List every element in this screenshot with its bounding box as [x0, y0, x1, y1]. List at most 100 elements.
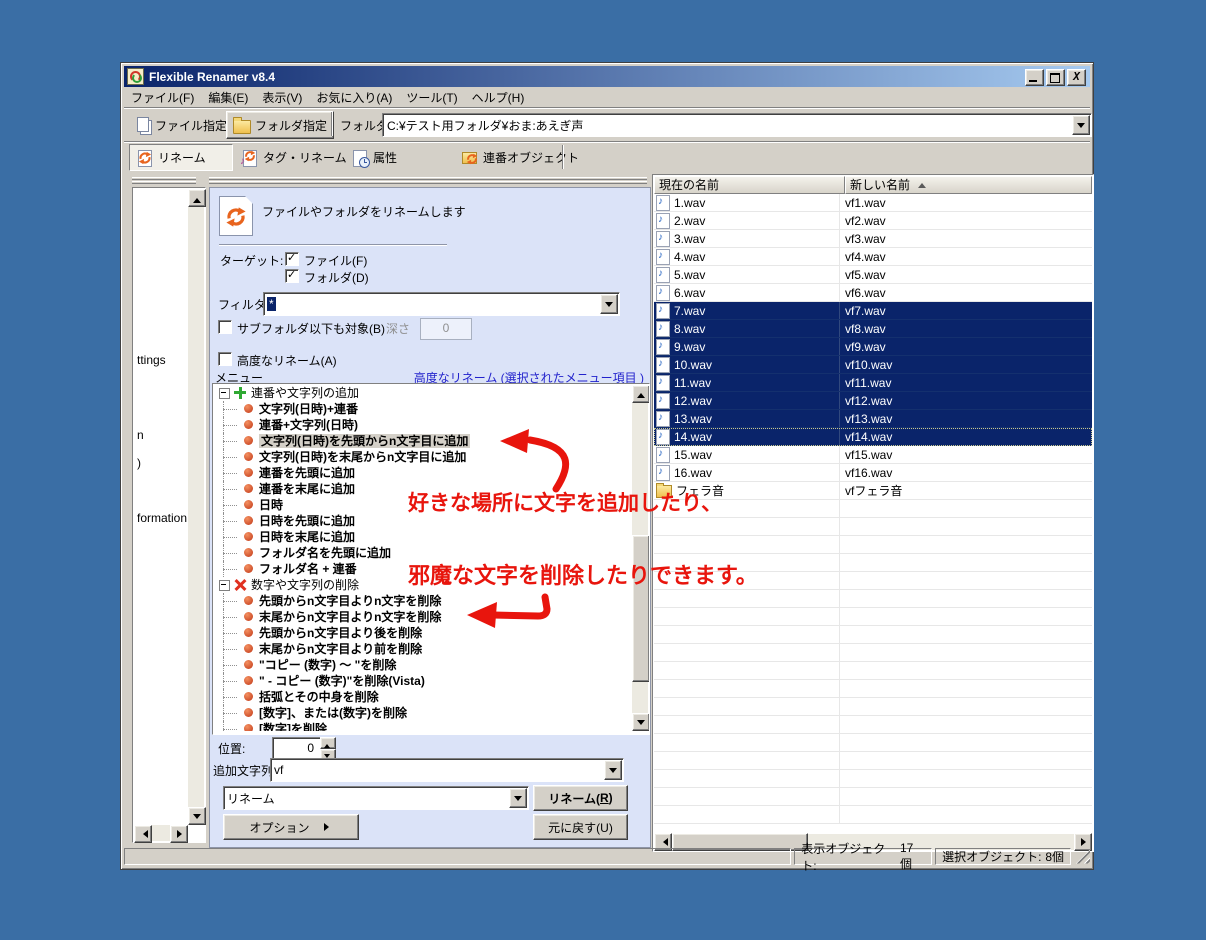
- tab-tag-rename[interactable]: ♪ タグ・リネーム: [234, 144, 355, 171]
- column-header-current-name[interactable]: 現在の名前: [654, 176, 845, 194]
- tree-item[interactable]: 括弧とその中身を削除: [214, 689, 630, 705]
- tree-item[interactable]: "コピー (数字) ～ "を削除: [214, 657, 630, 673]
- file-row[interactable]: [654, 536, 1092, 554]
- filter-dropdown-button[interactable]: [600, 294, 618, 314]
- tree-item-label[interactable]: 先頭からn文字目より後を削除: [259, 626, 422, 640]
- menu-edit[interactable]: 編集(E): [201, 88, 255, 107]
- tree-item[interactable]: 連番を先頭に追加: [214, 465, 630, 481]
- tree-item-label[interactable]: 文字列(日時)を末尾からn文字目に追加: [259, 450, 466, 464]
- folder-select-button[interactable]: フォルダ指定: [226, 111, 334, 139]
- file-row[interactable]: [654, 752, 1092, 770]
- tree-item-label[interactable]: 括弧とその中身を削除: [259, 690, 379, 704]
- tree-item[interactable]: " - コピー (数字)"を削除(Vista): [214, 673, 630, 689]
- file-row[interactable]: ♪ 11.wav vf11.wav: [654, 374, 1092, 392]
- file-row[interactable]: ♪ 12.wav vf12.wav: [654, 392, 1092, 410]
- tree-item-label[interactable]: "コピー (数字) ～ "を削除: [259, 658, 396, 672]
- rename-button[interactable]: リネーム(R): [533, 785, 628, 811]
- file-row[interactable]: ♪ 16.wav vf16.wav: [654, 464, 1092, 482]
- tree-item-label[interactable]: 日時を末尾に追加: [259, 530, 355, 544]
- position-field[interactable]: 0: [272, 737, 321, 759]
- column-header-new-name[interactable]: 新しい名前: [845, 176, 1092, 194]
- file-row[interactable]: [654, 590, 1092, 608]
- sidebar-item-fragment[interactable]: ttings: [137, 353, 166, 367]
- tree-item[interactable]: 日時を末尾に追加: [214, 529, 630, 545]
- file-row[interactable]: ♪ 8.wav vf8.wav: [654, 320, 1092, 338]
- tree-item-label[interactable]: 文字列(日時)を先頭からn文字目に追加: [259, 434, 470, 448]
- file-row[interactable]: ♪ 1.wav vf1.wav: [654, 194, 1092, 212]
- file-row[interactable]: [654, 716, 1092, 734]
- sidebar-grabber[interactable]: [132, 176, 196, 184]
- tree-item[interactable]: 末尾からn文字目よりn文字を削除: [214, 609, 630, 625]
- tree-item-label[interactable]: " - コピー (数字)"を削除(Vista): [259, 674, 425, 688]
- tree-item[interactable]: 文字列(日時)を末尾からn文字目に追加: [214, 449, 630, 465]
- options-button[interactable]: オプション: [223, 814, 359, 840]
- sidebar-item-fragment[interactable]: formation: [137, 511, 187, 525]
- folder-checkbox[interactable]: [285, 269, 299, 283]
- folder-checkbox-label[interactable]: フォルダ(D): [304, 269, 369, 286]
- scroll-right-button[interactable]: [170, 825, 188, 843]
- file-row[interactable]: [654, 626, 1092, 644]
- file-row[interactable]: ♪ 2.wav vf2.wav: [654, 212, 1092, 230]
- append-dropdown-button[interactable]: [604, 760, 622, 780]
- scroll-left-button[interactable]: [134, 825, 152, 843]
- menu-file[interactable]: ファイル(F): [124, 88, 201, 107]
- tree-item-label[interactable]: 連番を先頭に追加: [259, 466, 355, 480]
- file-row[interactable]: [654, 698, 1092, 716]
- file-row[interactable]: [654, 644, 1092, 662]
- tree-expander-icon[interactable]: [219, 580, 230, 591]
- tree-item[interactable]: 連番+文字列(日時): [214, 417, 630, 433]
- advanced-rename-label[interactable]: 高度なリネーム(A): [237, 352, 337, 369]
- depth-field[interactable]: 0: [420, 318, 472, 340]
- file-checkbox-label[interactable]: ファイル(F): [304, 252, 367, 269]
- tree-item-label[interactable]: 文字列(日時)+連番: [259, 402, 358, 416]
- sidebar-item-fragment[interactable]: n: [137, 428, 144, 442]
- spin-up-button[interactable]: [320, 737, 336, 749]
- position-value[interactable]: 0: [273, 741, 320, 755]
- tree-item-label[interactable]: フォルダ名 + 連番: [259, 562, 357, 576]
- tree-item[interactable]: 先頭からn文字目よりn文字を削除: [214, 593, 630, 609]
- file-row[interactable]: ♪ 13.wav vf13.wav: [654, 410, 1092, 428]
- title-bar[interactable]: Flexible Renamer v8.4 X: [124, 66, 1090, 87]
- subfolder-checkbox-label[interactable]: サブフォルダ以下も対象(B): [237, 320, 385, 337]
- sidebar-vertical-scrollbar[interactable]: [188, 189, 204, 825]
- resize-grip[interactable]: [1076, 850, 1090, 864]
- file-row[interactable]: ♪ 3.wav vf3.wav: [654, 230, 1092, 248]
- folder-path-combobox[interactable]: C:¥テスト用フォルダ¥おま:あえぎ声: [382, 113, 1092, 137]
- menu-favorites[interactable]: お気に入り(A): [309, 88, 399, 107]
- action-dropdown-button[interactable]: [509, 788, 527, 808]
- sidebar-horizontal-scrollbar[interactable]: [134, 825, 188, 841]
- tree-item[interactable]: 文字列(日時)+連番: [214, 401, 630, 417]
- tree-item-label[interactable]: 連番+文字列(日時): [259, 418, 358, 432]
- file-row[interactable]: ♪ 10.wav vf10.wav: [654, 356, 1092, 374]
- scroll-down-button[interactable]: [632, 713, 650, 731]
- append-string-value[interactable]: vf: [271, 763, 604, 777]
- file-row[interactable]: [654, 788, 1092, 806]
- file-row[interactable]: [654, 806, 1092, 824]
- minimize-button[interactable]: [1025, 69, 1044, 86]
- tree-item-label[interactable]: 数字や文字列の削除: [251, 578, 359, 592]
- file-checkbox[interactable]: [285, 252, 299, 266]
- tree-item-label[interactable]: 日時: [259, 498, 283, 512]
- advanced-rename-checkbox[interactable]: [218, 352, 232, 366]
- file-row[interactable]: ♪ 7.wav vf7.wav: [654, 302, 1092, 320]
- tree-item-label[interactable]: 先頭からn文字目よりn文字を削除: [259, 594, 441, 608]
- append-string-combobox[interactable]: vf: [270, 758, 624, 782]
- file-row[interactable]: ♪ 15.wav vf15.wav: [654, 446, 1092, 464]
- scroll-up-button[interactable]: [632, 385, 650, 403]
- tree-item-label[interactable]: フォルダ名を先頭に追加: [259, 546, 391, 560]
- folder-path-dropdown-button[interactable]: [1072, 115, 1090, 135]
- folder-path-value[interactable]: C:¥テスト用フォルダ¥おま:あえぎ声: [383, 117, 1072, 134]
- file-row[interactable]: ♪ 6.wav vf6.wav: [654, 284, 1092, 302]
- tree-item[interactable]: 連番や文字列の追加: [214, 385, 630, 401]
- file-row[interactable]: [654, 662, 1092, 680]
- subfolder-checkbox[interactable]: [218, 320, 232, 334]
- tree-item[interactable]: [数字]、または(数字)を削除: [214, 705, 630, 721]
- file-row[interactable]: [654, 608, 1092, 626]
- tree-item-label[interactable]: 末尾からn文字目より前を削除: [259, 642, 422, 656]
- action-value[interactable]: リネーム: [224, 790, 509, 807]
- rename-pane-grabber[interactable]: [209, 176, 647, 184]
- tab-sequence-object[interactable]: 連番オブジェクト: [454, 144, 587, 171]
- action-combobox[interactable]: リネーム: [223, 786, 529, 810]
- tree-item-label[interactable]: 末尾からn文字目よりn文字を削除: [259, 610, 441, 624]
- file-row[interactable]: [654, 680, 1092, 698]
